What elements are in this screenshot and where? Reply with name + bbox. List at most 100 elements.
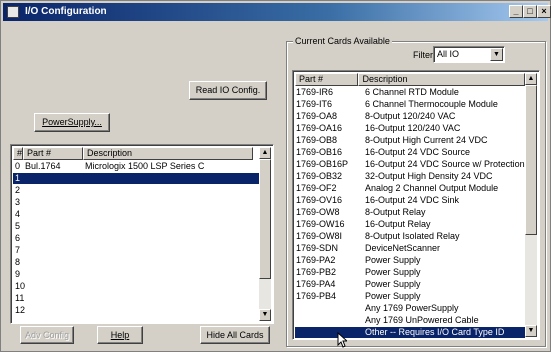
table-row[interactable]: 7 (13, 245, 259, 256)
list-item[interactable]: 1769-SDN DeviceNetScanner (295, 243, 525, 254)
table-cell: Power Supply (365, 267, 421, 277)
configured-scrollbar[interactable]: ▲ ▼ (259, 147, 271, 321)
list-item[interactable]: 1769-OW8 8-Output Relay (295, 207, 525, 218)
table-row[interactable]: 2 (13, 185, 259, 196)
table-cell: DeviceNetScanner (365, 243, 441, 253)
list-item[interactable]: 1769-OB16 16-Output 24 VDC Source (295, 147, 525, 158)
table-row[interactable]: 3 (13, 197, 259, 208)
list-item[interactable]: 1769-OF2 Analog 2 Channel Output Module (295, 183, 525, 194)
maximize-button[interactable]: □ (523, 5, 537, 18)
table-cell: 6 Channel RTD Module (365, 87, 459, 97)
table-cell: Bul.1764 (25, 161, 61, 171)
list-item[interactable]: 1769-PB4 Power Supply (295, 291, 525, 302)
minimize-button[interactable]: _ (509, 5, 523, 18)
scroll-down-icon[interactable]: ▼ (259, 309, 271, 321)
table-cell: 1769-OB16 (296, 147, 343, 157)
scroll-thumb[interactable] (525, 85, 537, 235)
list-item[interactable]: 1769-OW16 16-Output Relay (295, 219, 525, 230)
table-cell: 8 (15, 257, 21, 267)
list-item[interactable]: 1769-OV16 16-Output 24 VDC Sink (295, 195, 525, 206)
table-row[interactable]: 8 (13, 257, 259, 268)
list-item[interactable]: 1769-OB32 32-Output High Density 24 VDC (295, 171, 525, 182)
table-cell: 0 (15, 161, 21, 171)
table-row[interactable]: 9 (13, 269, 259, 280)
list-item[interactable]: 1769-IR6 6 Channel RTD Module (295, 87, 525, 98)
list-item[interactable]: 1769-OB8 8-Output High Current 24 VDC (295, 135, 525, 146)
filter-label: Filter (413, 50, 433, 60)
table-cell: 7 (15, 245, 21, 255)
column-header[interactable]: Part # (295, 73, 359, 86)
table-cell: 1769-SDN (296, 243, 339, 253)
configured-cards-list[interactable]: # Part # Description 0 Bul.1764 Micrologix 1… (10, 144, 274, 324)
hide-all-cards-button[interactable]: Hide All Cards (200, 326, 270, 344)
scroll-up-icon[interactable]: ▲ (525, 73, 537, 85)
list-item[interactable]: 1769-PA2 Power Supply (295, 255, 525, 266)
column-header[interactable]: Part # (23, 147, 83, 160)
table-row[interactable]: 6 (13, 233, 259, 244)
list-item[interactable]: 1769-OB16P 16-Output 24 VDC Source w/ Pro… (295, 159, 525, 170)
table-row[interactable]: 1 (13, 173, 259, 184)
window-title: I/O Configuration (25, 6, 107, 17)
filter-select[interactable]: All IO ▼ (433, 46, 505, 63)
table-cell: 8-Output High Current 24 VDC (365, 135, 488, 145)
table-cell: 10 (15, 281, 25, 291)
list-item[interactable]: 1769-IT6 6 Channel Thermocouple Module (295, 99, 525, 110)
mouse-cursor-icon (337, 332, 347, 348)
table-cell: 1769-OA16 (296, 123, 343, 133)
scroll-down-icon[interactable]: ▼ (525, 325, 537, 337)
list-item[interactable]: 1769-OW8I 8-Output Isolated Relay (295, 231, 525, 242)
table-cell: 1769-IR6 (296, 87, 334, 97)
available-scrollbar[interactable]: ▲ ▼ (525, 73, 537, 337)
read-io-config-button[interactable]: Read IO Config. (189, 81, 267, 100)
table-cell: 8-Output 120/240 VAC (365, 111, 456, 121)
table-cell: 16-Output Relay (365, 219, 431, 229)
table-cell: 1769-OF2 (296, 183, 337, 193)
table-row[interactable]: 0 Bul.1764 Micrologix 1500 LSP Series C (13, 161, 259, 172)
power-supply-button[interactable]: PowerSupply... (34, 113, 110, 132)
scroll-up-icon[interactable]: ▲ (259, 147, 271, 159)
table-cell: 9 (15, 269, 21, 279)
table-cell: Micrologix 1500 LSP Series C (85, 161, 205, 171)
current-cards-group-label: Current Cards Available (293, 36, 392, 46)
table-cell: 1769-PB4 (296, 291, 337, 301)
table-cell: 1 (15, 173, 21, 183)
list-item[interactable]: Any 1769 UnPowered Cable (295, 315, 525, 326)
list-item[interactable]: 1769-OA8 8-Output 120/240 VAC (295, 111, 525, 122)
list-item[interactable]: 1769-PB2 Power Supply (295, 267, 525, 278)
title-bar[interactable]: I/O Configuration _ □ × (3, 3, 551, 21)
table-cell: 1769-OW8I (296, 231, 343, 241)
list-item[interactable]: Any 1769 PowerSupply (295, 303, 525, 314)
help-button[interactable]: Help (97, 326, 143, 344)
table-cell: 1769-PA2 (296, 255, 336, 265)
table-cell: Any 1769 PowerSupply (365, 303, 459, 313)
table-cell: 3 (15, 197, 21, 207)
available-cards-list[interactable]: Part # Description 1769-IR6 6 Channel RTD … (292, 70, 540, 340)
table-row[interactable]: 4 (13, 209, 259, 220)
list-item[interactable]: Other -- Requires I/O Card Type ID (295, 327, 525, 338)
column-header[interactable]: Description (83, 147, 253, 160)
column-header[interactable]: Description (358, 73, 525, 86)
table-row[interactable]: 10 (13, 281, 259, 292)
table-cell: Any 1769 UnPowered Cable (365, 315, 479, 325)
table-cell: 1769-OV16 (296, 195, 343, 205)
list-item[interactable]: 1769-OA16 16-Output 120/240 VAC (295, 123, 525, 134)
table-cell: Power Supply (365, 279, 421, 289)
table-row[interactable]: 5 (13, 221, 259, 232)
io-configuration-window: I/O Configuration _ □ × Read IO Config. … (0, 0, 551, 352)
column-header[interactable]: # (13, 147, 23, 160)
table-cell: Power Supply (365, 291, 421, 301)
list-item[interactable]: 1769-PA4 Power Supply (295, 279, 525, 290)
table-cell: 1769-OW16 (296, 219, 345, 229)
table-cell: Analog 2 Channel Output Module (365, 183, 499, 193)
table-cell: 16-Output 24 VDC Source w/ Protection (365, 159, 525, 169)
available-list-header: Part # Description (295, 73, 525, 86)
table-cell: 1769-OW8 (296, 207, 340, 217)
close-button[interactable]: × (537, 5, 551, 18)
table-cell: 8-Output Isolated Relay (365, 231, 460, 241)
table-row[interactable]: 12 (13, 305, 259, 316)
table-row[interactable]: 11 (13, 293, 259, 304)
dropdown-arrow-icon[interactable]: ▼ (490, 48, 503, 61)
scroll-thumb[interactable] (259, 159, 271, 279)
adv-config-button[interactable]: Adv Config (20, 326, 74, 344)
table-cell: 1769-PB2 (296, 267, 337, 277)
